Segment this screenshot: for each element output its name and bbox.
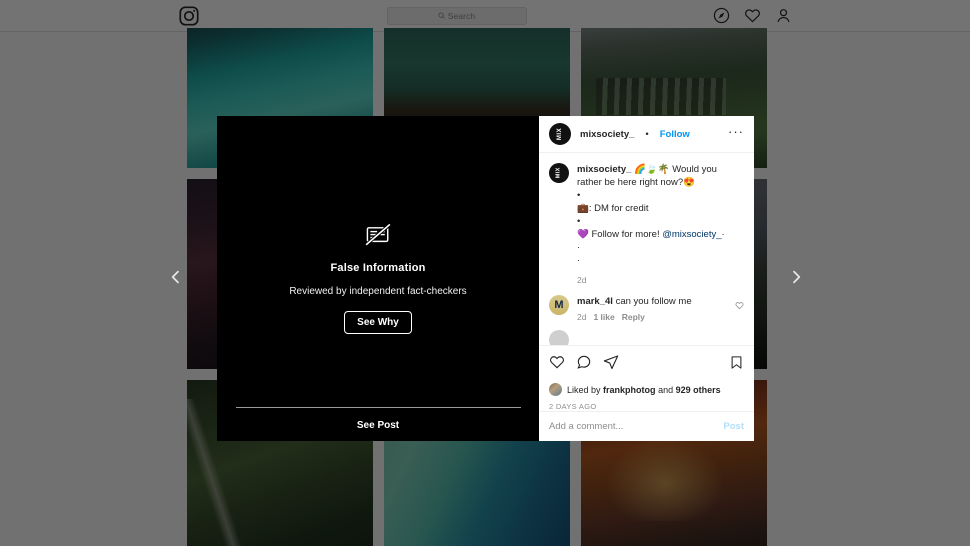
share-button[interactable] [603, 354, 619, 375]
header-separator: • [645, 128, 649, 140]
caption-line-3: 💼: DM for credit [577, 202, 744, 215]
comment-like-heart-icon[interactable] [735, 297, 744, 315]
caption-line-4: • [577, 216, 581, 228]
see-why-button[interactable]: See Why [344, 310, 412, 334]
false-information-subtitle: Reviewed by independent fact-checkers [289, 285, 467, 297]
post-comment-button[interactable]: Post [723, 421, 744, 432]
likes-other-count[interactable]: 929 others [676, 385, 721, 395]
comment-time: 2d [577, 312, 587, 323]
chevron-right-icon [788, 269, 804, 290]
add-comment-input[interactable] [549, 421, 724, 432]
comment-avatar-label: M [554, 298, 564, 311]
caption-username[interactable]: mixsociety_ [577, 164, 631, 175]
comment-username[interactable]: mark_4l [577, 296, 613, 307]
comment-meta: 2d 1 like Reply [577, 312, 727, 322]
caption-emoji-4: 😍 [683, 177, 695, 189]
caption-line-5: 💜 Follow for more! @mixsociety_· [577, 228, 744, 241]
post-header: MIX mixsociety_ • Follow ··· [539, 116, 754, 154]
comment-button[interactable] [576, 354, 592, 375]
caption-line-5-tail: · [721, 229, 725, 241]
liker-username[interactable]: frankphotog [603, 385, 656, 395]
caption-line-3-text: : DM for credit [588, 203, 649, 215]
caption-emoji-1: 🌈 [634, 164, 646, 176]
likes-summary: Liked by frankphotog and 929 others [549, 383, 744, 396]
caption-line-5-text: Follow for more! [591, 229, 660, 241]
comment-avatar[interactable]: M [549, 295, 569, 316]
likes-middle: and [658, 384, 674, 395]
caption-text: mixsociety_ 🌈🍃🌴 Would you rather be here… [577, 163, 744, 267]
previous-post-button[interactable] [163, 266, 189, 292]
next-post-button[interactable] [783, 266, 809, 292]
comment-reply-button[interactable]: Reply [622, 312, 645, 322]
post-author-username[interactable]: mixsociety_ [580, 129, 634, 140]
caption-line-6: · [577, 242, 581, 254]
false-information-title: False Information [330, 261, 426, 274]
comment-text: mark_4l can you follow me [577, 295, 727, 308]
caption-timestamp: 2d [577, 275, 587, 286]
comment-item: M mark_4l can you follow me 2d 1 like Re… [549, 295, 744, 322]
likes-text: Liked by frankphotog and 929 others [567, 385, 721, 395]
caption-mention[interactable]: @mixsociety_ [662, 229, 721, 240]
comment-body: can you follow me [615, 296, 692, 308]
caption-emoji-2: 🍃 [645, 164, 658, 176]
chevron-left-icon [168, 269, 184, 290]
next-comment-avatar-partial [549, 330, 569, 345]
post-caption: MIX mixsociety_ 🌈🍃🌴 Would you rather be … [549, 163, 744, 267]
post-media-area: False Information Reviewed by independen… [217, 116, 539, 441]
avatar-label: MIX [556, 127, 563, 141]
post-modal: False Information Reviewed by independen… [217, 116, 754, 441]
follow-button[interactable]: Follow [660, 129, 690, 140]
post-actions: Liked by frankphotog and 929 others 2 DA… [539, 345, 754, 411]
see-post-divider [235, 407, 521, 408]
caption-line-5-emoji: 💜 [577, 229, 589, 241]
like-button[interactable] [549, 354, 565, 375]
post-comments-scroll[interactable]: MIX mixsociety_ 🌈🍃🌴 Would you rather be … [539, 153, 754, 345]
newspaper-slash-icon [365, 222, 391, 251]
caption-line-2: • [577, 190, 581, 202]
caption-emoji-3: 🌴 [657, 164, 670, 176]
screen: Search [0, 0, 970, 546]
more-options-icon[interactable]: ··· [728, 125, 744, 140]
caption-avatar-label: MIX [555, 167, 562, 179]
comment-compose-bar: Post [539, 411, 754, 441]
save-button[interactable] [729, 355, 744, 375]
likes-prefix: Liked by [567, 384, 601, 395]
caption-avatar[interactable]: MIX [549, 163, 569, 184]
caption-line-7: · [577, 255, 581, 267]
see-post-button[interactable]: See Post [357, 420, 399, 431]
post-timestamp: 2 DAYS AGO [549, 402, 597, 411]
post-details-panel: MIX mixsociety_ • Follow ··· MIX mixsoci… [539, 116, 754, 441]
caption-line-3-emoji: 💼 [577, 203, 589, 215]
liker-avatar [549, 383, 562, 396]
avatar[interactable]: MIX [549, 123, 571, 145]
see-post-section: See Post [217, 407, 539, 431]
comment-like-count[interactable]: 1 like [593, 312, 614, 322]
